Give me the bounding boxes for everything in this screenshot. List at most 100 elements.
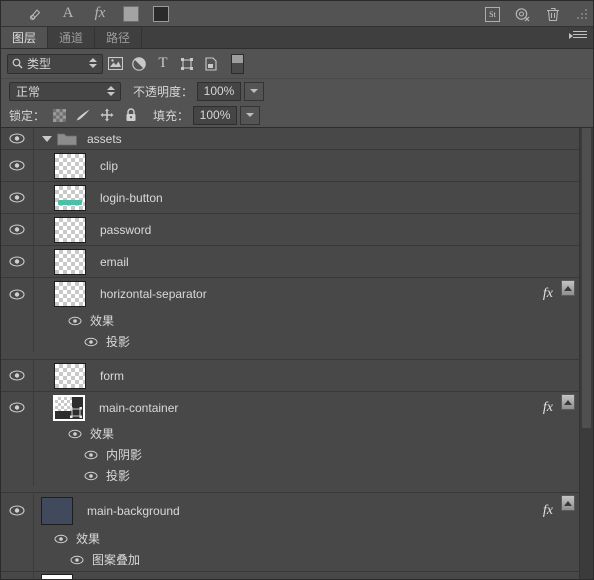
filter-adjustment-layers[interactable] — [127, 53, 151, 75]
eye-icon — [9, 370, 25, 381]
effects-collapse-button-main-background[interactable] — [561, 495, 575, 511]
eye-icon[interactable] — [68, 316, 82, 326]
blend-mode-select[interactable]: 正常 — [9, 81, 121, 101]
layer-thumbnail-main-container[interactable] — [53, 394, 85, 421]
fill-slider-button[interactable] — [240, 105, 261, 125]
filter-enable-toggle[interactable] — [231, 53, 244, 74]
effect-item-inner-shadow-main-container[interactable]: 内阴影 — [1, 444, 579, 465]
eye-icon — [9, 402, 25, 413]
layer-row-password[interactable]: password — [1, 214, 579, 246]
effect-name-drop-shadow: 投影 — [106, 335, 131, 349]
layer-thumbnail-clip[interactable] — [54, 152, 86, 179]
opacity-slider-button[interactable] — [244, 81, 265, 101]
layer-thumbnail-password[interactable] — [54, 216, 86, 243]
link-layers-icon[interactable] — [27, 5, 45, 23]
layer-effects-indicator-main-container[interactable]: fx — [543, 392, 553, 423]
layer-thumbnail-form[interactable] — [54, 362, 86, 389]
chevron-up-icon — [564, 285, 572, 291]
filter-kind-select[interactable]: 类型 — [7, 53, 103, 74]
effects-collapse-button-main-container[interactable] — [561, 394, 575, 410]
layer-list-scroll-thumb[interactable] — [582, 128, 591, 428]
layer-row-main-background[interactable]: main-background fx — [1, 493, 579, 528]
eye-icon[interactable] — [68, 429, 82, 439]
visibility-toggle-horizontal-separator[interactable] — [1, 278, 34, 310]
eye-icon[interactable] — [84, 471, 98, 481]
eye-icon[interactable] — [54, 534, 68, 544]
filter-type-layers[interactable]: T — [151, 53, 175, 75]
effects-collapse-button-horizontal-separator[interactable] — [561, 280, 575, 296]
layer-thumbnail-main-background[interactable] — [41, 496, 73, 525]
panel-toolbar: A fx St — [1, 1, 593, 27]
blend-mode-spinner[interactable] — [107, 85, 115, 96]
visibility-toggle-main-container[interactable] — [1, 392, 34, 423]
layer-name-email: email — [100, 254, 129, 269]
effects-group-spacer-2 — [1, 486, 579, 493]
fx-icon[interactable]: fx — [91, 5, 109, 23]
effects-visibility-toggle-horizontal-separator[interactable] — [1, 310, 34, 331]
vector-mask-icon — [70, 406, 82, 418]
layer-row-email[interactable]: email — [1, 246, 579, 278]
layer-row-group-assets[interactable]: assets — [1, 128, 579, 150]
eye-icon[interactable] — [84, 450, 98, 460]
lock-image-pixels-button[interactable] — [73, 106, 93, 124]
fx-icon: fx — [542, 286, 553, 301]
effects-group-spacer — [1, 352, 579, 360]
layer-row-background[interactable]: Background — [1, 572, 579, 579]
lock-all-button[interactable] — [121, 106, 141, 124]
layer-thumbnail-horizontal-separator[interactable] — [54, 281, 86, 307]
filter-shape-layers[interactable] — [175, 53, 199, 75]
layer-thumbnail-background[interactable] — [41, 573, 73, 579]
fx-icon: fx — [542, 399, 553, 415]
filter-pixel-layers[interactable] — [103, 53, 127, 75]
fill-input[interactable]: 100% — [193, 105, 238, 125]
effects-header-main-container[interactable]: 效果 — [1, 423, 579, 444]
layer-row-main-container[interactable]: main-container fx — [1, 392, 579, 423]
effects-header-horizontal-separator[interactable]: 效果 — [1, 310, 579, 331]
tab-layers[interactable]: 图层 — [1, 27, 49, 48]
resize-grip-icon[interactable] — [575, 7, 589, 21]
eye-icon[interactable] — [84, 337, 98, 347]
text-tool-icon[interactable]: A — [59, 5, 77, 23]
effect-item-pattern-overlay[interactable]: 图案叠加 — [1, 549, 579, 570]
layer-effects-indicator-horizontal-separator[interactable]: fx — [543, 278, 553, 310]
effect-item-drop-shadow-main-container[interactable]: 投影 — [1, 465, 579, 486]
tab-layers-label: 图层 — [12, 31, 37, 45]
layer-effects-indicator-main-background[interactable]: fx — [543, 493, 553, 528]
panel-tabs: 图层 通道 路径 — [1, 27, 593, 49]
lock-position-button[interactable] — [97, 106, 117, 124]
layer-list: assets clip login-button password email … — [1, 128, 579, 579]
hide-all-effects-icon[interactable] — [513, 5, 531, 23]
panel-menu-button[interactable] — [569, 31, 587, 45]
tab-channels[interactable]: 通道 — [48, 27, 96, 48]
eye-icon[interactable] — [70, 555, 84, 565]
visibility-toggle-form[interactable] — [1, 360, 34, 391]
filter-kind-spinner[interactable] — [89, 57, 97, 68]
layer-row-login-button[interactable]: login-button — [1, 182, 579, 214]
effects-header-main-background[interactable]: 效果 — [1, 528, 579, 549]
st-badge-icon[interactable]: St — [485, 6, 500, 22]
visibility-toggle-background[interactable] — [1, 572, 34, 579]
chevron-up-icon — [564, 399, 572, 405]
visibility-toggle-login-button[interactable] — [1, 182, 34, 213]
visibility-toggle-clip[interactable] — [1, 150, 34, 181]
layer-thumbnail-email[interactable] — [54, 248, 86, 275]
visibility-toggle-main-background[interactable] — [1, 493, 34, 528]
lock-transparent-pixels-button[interactable] — [49, 106, 69, 124]
filter-smart-objects[interactable] — [199, 53, 223, 75]
delete-layer-icon[interactable] — [544, 5, 562, 23]
tab-paths[interactable]: 路径 — [95, 27, 143, 48]
layer-row-form[interactable]: form — [1, 360, 579, 392]
opacity-input[interactable]: 100% — [197, 81, 242, 101]
background-swatch[interactable] — [153, 5, 169, 22]
layer-thumbnail-login-button[interactable] — [54, 184, 86, 211]
visibility-toggle-email[interactable] — [1, 246, 34, 277]
layer-list-scrollbar[interactable] — [579, 128, 593, 579]
layer-row-clip[interactable]: clip — [1, 150, 579, 182]
group-expand-toggle-assets[interactable] — [39, 135, 55, 142]
visibility-toggle-group-assets[interactable] — [1, 128, 34, 149]
layer-row-horizontal-separator[interactable]: horizontal-separator fx — [1, 278, 579, 310]
foreground-swatch[interactable] — [123, 5, 139, 22]
visibility-toggle-password[interactable] — [1, 214, 34, 245]
chevron-down-icon — [42, 135, 52, 142]
effect-item-drop-shadow-horizontal-separator[interactable]: 投影 — [1, 331, 579, 352]
